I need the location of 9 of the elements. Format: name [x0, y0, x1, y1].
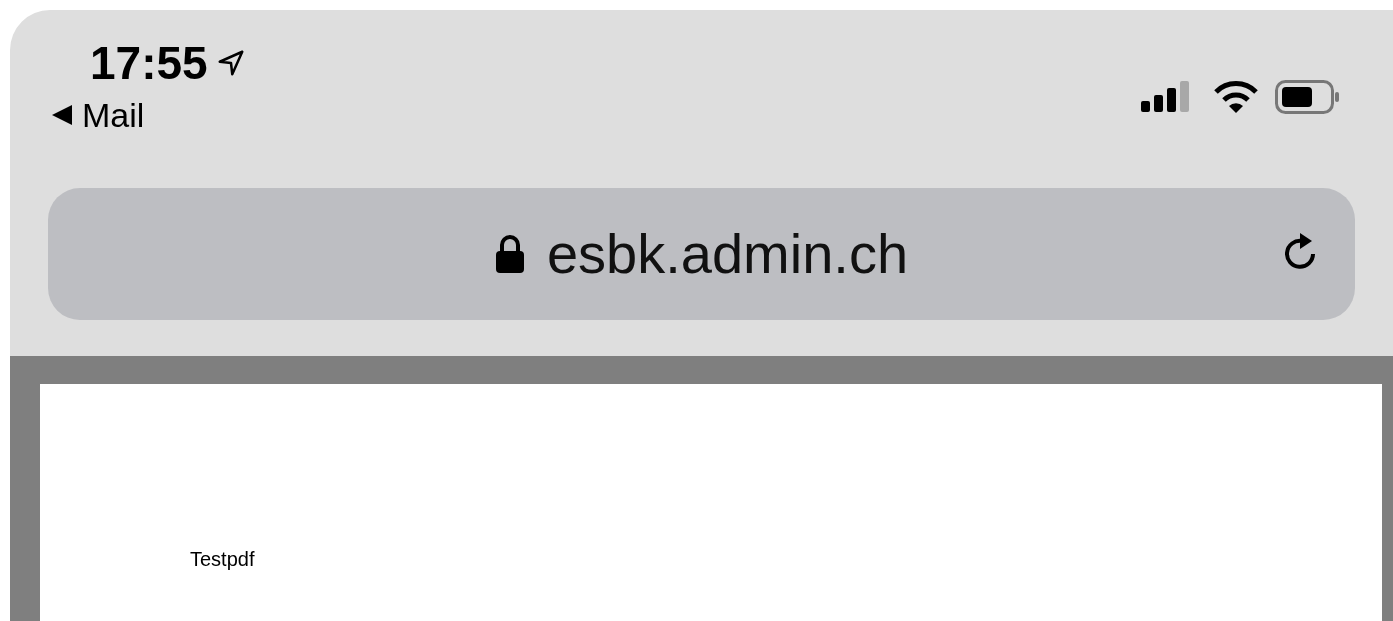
- document-text: Testpdf: [190, 548, 255, 570]
- status-time: 17:55: [90, 40, 208, 86]
- back-link[interactable]: Mail: [50, 98, 246, 132]
- back-triangle-icon: [50, 103, 74, 127]
- lock-icon: [494, 234, 525, 274]
- url-text: esbk.admin.ch: [546, 226, 909, 282]
- wifi-icon: [1213, 80, 1259, 114]
- address-bar[interactable]: esbk.admin.ch: [48, 188, 1355, 320]
- battery-icon: [1275, 80, 1341, 114]
